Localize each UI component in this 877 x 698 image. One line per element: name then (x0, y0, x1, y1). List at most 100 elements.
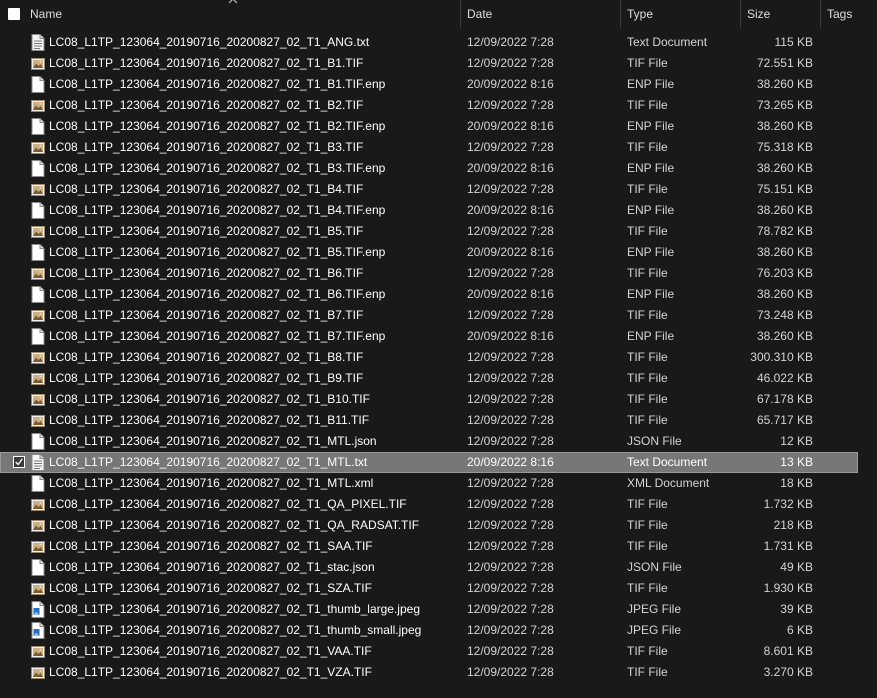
file-row[interactable]: LC08_L1TP_123064_20190716_20200827_02_T1… (0, 263, 877, 284)
file-row[interactable]: LC08_L1TP_123064_20190716_20200827_02_T1… (0, 221, 877, 242)
file-type: TIF File (627, 413, 668, 427)
file-row[interactable]: LC08_L1TP_123064_20190716_20200827_02_T1… (0, 242, 877, 263)
file-type: JSON File (627, 560, 682, 574)
file-size: 300.310 KB (750, 350, 813, 364)
row-checkbox[interactable] (13, 456, 25, 468)
file-name: LC08_L1TP_123064_20190716_20200827_02_T1… (49, 203, 386, 217)
file-date: 20/09/2022 8:16 (467, 161, 554, 175)
file-date: 12/09/2022 7:28 (467, 371, 554, 385)
file-size: 3.270 KB (763, 665, 813, 679)
file-date: 20/09/2022 8:16 (467, 77, 554, 91)
file-date: 12/09/2022 7:28 (467, 56, 554, 70)
file-row[interactable]: LC08_L1TP_123064_20190716_20200827_02_T1… (0, 305, 877, 326)
file-row[interactable]: LC08_L1TP_123064_20190716_20200827_02_T1… (0, 200, 877, 221)
column-header-name[interactable]: Name (24, 0, 460, 28)
image-file-icon (31, 370, 45, 387)
file-date: 12/09/2022 7:28 (467, 665, 554, 679)
file-row[interactable]: LC08_L1TP_123064_20190716_20200827_02_T1… (0, 641, 877, 662)
file-name: LC08_L1TP_123064_20190716_20200827_02_T1… (49, 392, 370, 406)
file-row[interactable]: LC08_L1TP_123064_20190716_20200827_02_T1… (0, 284, 877, 305)
file-row[interactable]: LC08_L1TP_123064_20190716_20200827_02_T1… (0, 599, 877, 620)
file-date: 20/09/2022 8:16 (467, 455, 554, 469)
file-row[interactable]: LC08_L1TP_123064_20190716_20200827_02_T1… (0, 515, 877, 536)
file-row[interactable]: LC08_L1TP_123064_20190716_20200827_02_T1… (0, 32, 877, 53)
file-name: LC08_L1TP_123064_20190716_20200827_02_T1… (49, 266, 364, 280)
file-date: 12/09/2022 7:28 (467, 476, 554, 490)
file-size: 73.265 KB (756, 98, 813, 112)
file-type: TIF File (627, 224, 668, 238)
image-file-icon (31, 349, 45, 366)
image-file-icon (31, 265, 45, 282)
file-row[interactable]: LC08_L1TP_123064_20190716_20200827_02_T1… (0, 578, 877, 599)
file-date: 20/09/2022 8:16 (467, 245, 554, 259)
file-row[interactable]: LC08_L1TP_123064_20190716_20200827_02_T1… (0, 557, 877, 578)
file-type: ENP File (627, 203, 675, 217)
file-size: 39 KB (780, 602, 813, 616)
file-size: 38.260 KB (756, 119, 813, 133)
column-header-size[interactable]: Size (741, 0, 820, 28)
file-type: TIF File (627, 98, 668, 112)
file-row[interactable]: LC08_L1TP_123064_20190716_20200827_02_T1… (0, 431, 877, 452)
file-type: Text Document (627, 455, 708, 469)
file-list: LC08_L1TP_123064_20190716_20200827_02_T1… (0, 32, 877, 683)
file-row[interactable]: LC08_L1TP_123064_20190716_20200827_02_T1… (0, 662, 877, 683)
file-type: TIF File (627, 581, 668, 595)
file-name: LC08_L1TP_123064_20190716_20200827_02_T1… (49, 350, 364, 364)
file-type: JPEG File (627, 623, 682, 637)
file-row[interactable]: LC08_L1TP_123064_20190716_20200827_02_T1… (0, 368, 877, 389)
file-row[interactable]: LC08_L1TP_123064_20190716_20200827_02_T1… (0, 116, 877, 137)
blank-file-icon (31, 433, 45, 450)
file-row[interactable]: LC08_L1TP_123064_20190716_20200827_02_T1… (0, 473, 877, 494)
file-row[interactable]: LC08_L1TP_123064_20190716_20200827_02_T1… (0, 95, 877, 116)
column-header-tags[interactable]: Tags (821, 0, 877, 28)
select-all-checkbox[interactable] (8, 8, 20, 20)
file-date: 12/09/2022 7:28 (467, 581, 554, 595)
file-size: 115 KB (774, 35, 813, 49)
file-row[interactable]: LC08_L1TP_123064_20190716_20200827_02_T1… (0, 410, 877, 431)
file-type: TIF File (627, 497, 668, 511)
file-row[interactable]: LC08_L1TP_123064_20190716_20200827_02_T1… (0, 137, 877, 158)
file-name: LC08_L1TP_123064_20190716_20200827_02_T1… (49, 371, 364, 385)
file-type: TIF File (627, 308, 668, 322)
file-size: 67.178 KB (756, 392, 813, 406)
file-size: 72.551 KB (756, 56, 813, 70)
blank-file-icon (31, 286, 45, 303)
file-size: 38.260 KB (756, 329, 813, 343)
file-row[interactable]: LC08_L1TP_123064_20190716_20200827_02_T1… (0, 179, 877, 200)
file-name: LC08_L1TP_123064_20190716_20200827_02_T1… (49, 434, 377, 448)
file-name: LC08_L1TP_123064_20190716_20200827_02_T1… (49, 98, 364, 112)
column-header-type[interactable]: Type (621, 0, 740, 28)
file-size: 38.260 KB (756, 203, 813, 217)
checkmark-icon (15, 458, 23, 466)
file-date: 12/09/2022 7:28 (467, 182, 554, 196)
blank-file-icon (31, 76, 45, 93)
file-row[interactable]: LC08_L1TP_123064_20190716_20200827_02_T1… (0, 536, 877, 557)
file-date: 12/09/2022 7:28 (467, 623, 554, 637)
file-row[interactable]: LC08_L1TP_123064_20190716_20200827_02_T1… (0, 389, 877, 410)
file-type: ENP File (627, 161, 675, 175)
file-name: LC08_L1TP_123064_20190716_20200827_02_T1… (49, 644, 372, 658)
file-size: 75.318 KB (756, 140, 813, 154)
file-type: TIF File (627, 350, 668, 364)
file-date: 12/09/2022 7:28 (467, 560, 554, 574)
file-row[interactable]: LC08_L1TP_123064_20190716_20200827_02_T1… (0, 53, 877, 74)
image-file-icon (31, 97, 45, 114)
file-name: LC08_L1TP_123064_20190716_20200827_02_T1… (49, 308, 364, 322)
file-date: 12/09/2022 7:28 (467, 140, 554, 154)
file-explorer: Name Date Type Size Tags LC08_L1TP_12306… (0, 0, 877, 698)
file-type: ENP File (627, 329, 675, 343)
file-name: LC08_L1TP_123064_20190716_20200827_02_T1… (49, 623, 422, 637)
image-file-icon (31, 391, 45, 408)
file-row[interactable]: LC08_L1TP_123064_20190716_20200827_02_T1… (0, 326, 877, 347)
file-row[interactable]: LC08_L1TP_123064_20190716_20200827_02_T1… (0, 494, 877, 515)
file-type: TIF File (627, 392, 668, 406)
file-row[interactable]: LC08_L1TP_123064_20190716_20200827_02_T1… (0, 158, 877, 179)
file-row-selected[interactable]: LC08_L1TP_123064_20190716_20200827_02_T1… (0, 452, 858, 473)
file-name: LC08_L1TP_123064_20190716_20200827_02_T1… (49, 329, 386, 343)
file-row[interactable]: LC08_L1TP_123064_20190716_20200827_02_T1… (0, 74, 877, 95)
file-type: TIF File (627, 140, 668, 154)
column-header-date[interactable]: Date (461, 0, 620, 28)
file-name: LC08_L1TP_123064_20190716_20200827_02_T1… (49, 119, 386, 133)
file-row[interactable]: LC08_L1TP_123064_20190716_20200827_02_T1… (0, 347, 877, 368)
file-row[interactable]: LC08_L1TP_123064_20190716_20200827_02_T1… (0, 620, 877, 641)
